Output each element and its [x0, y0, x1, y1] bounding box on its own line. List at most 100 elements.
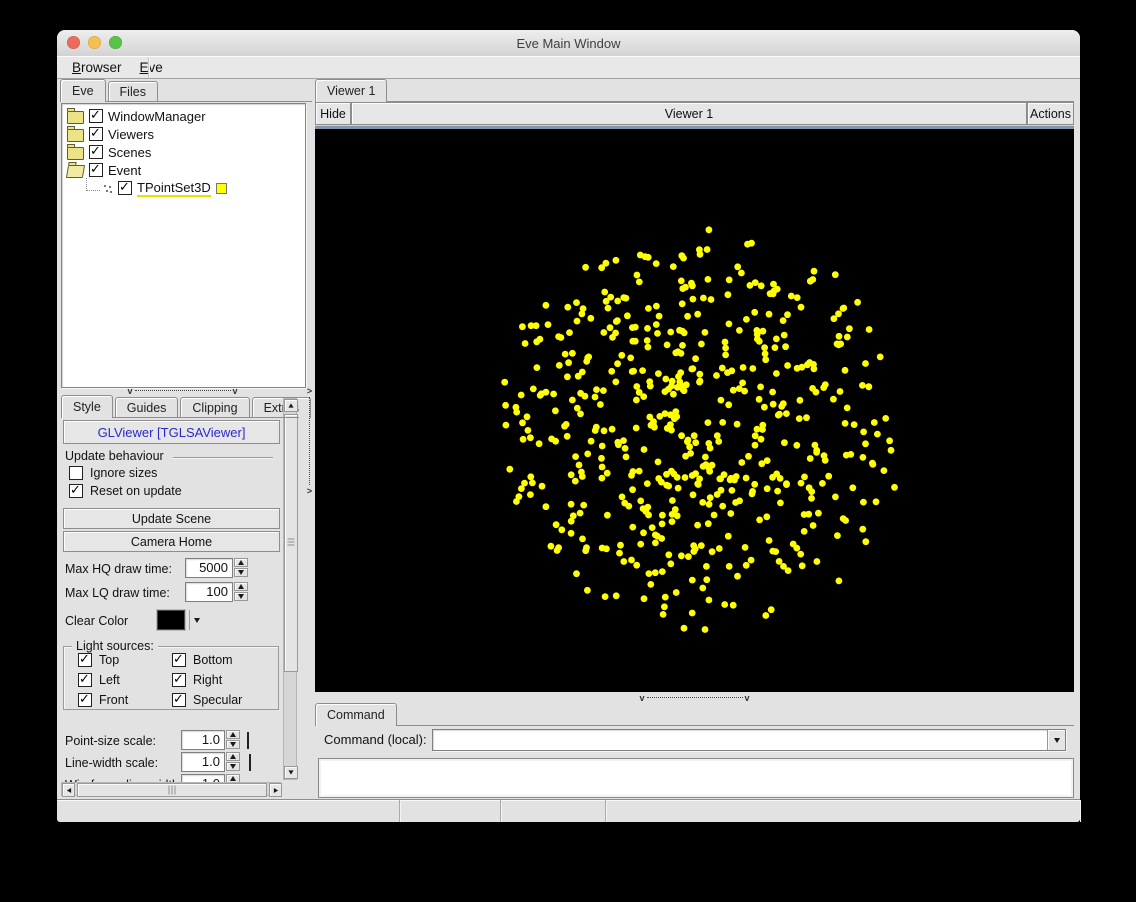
max-hq-label: Max HQ draw time:	[65, 562, 172, 576]
style-editor-panel: GLViewer [TGLSAViewer] Update behaviour …	[61, 418, 299, 782]
title-bar[interactable]: Eve Main Window	[57, 30, 1080, 57]
folder-icon	[67, 129, 84, 142]
viewer-title: Viewer 1	[351, 102, 1027, 125]
command-combobox[interactable]	[432, 729, 1066, 751]
scrollbar-thumb[interactable]	[284, 414, 298, 672]
light-specular-checkbox[interactable]	[172, 693, 186, 707]
spin-up-button[interactable]	[226, 774, 240, 782]
spin-down-button[interactable]	[226, 762, 240, 771]
tree-item-windowmanager[interactable]: WindowManager	[62, 107, 305, 125]
gl-viewport[interactable]	[315, 129, 1074, 692]
wireframe-value[interactable]: 1.0	[181, 774, 225, 782]
clear-color-label: Clear Color	[65, 614, 128, 628]
tab-extras[interactable]: Extras	[252, 397, 311, 418]
folder-icon	[67, 111, 84, 124]
light-top-checkbox[interactable]	[78, 653, 92, 667]
tab-clipping[interactable]: Clipping	[180, 397, 249, 418]
wireframe-spinner: 1.0	[181, 774, 240, 782]
scrollbar-thumb[interactable]	[77, 783, 267, 797]
camera-home-button[interactable]: Camera Home	[63, 531, 280, 552]
tree-item-viewers[interactable]: Viewers	[62, 125, 305, 143]
reset-on-update-row: Reset on update	[69, 484, 182, 498]
light-right-checkbox[interactable]	[172, 673, 186, 687]
tree-connector	[86, 178, 100, 191]
tree-item-scenes[interactable]: Scenes	[62, 143, 305, 161]
actions-button[interactable]: Actions	[1027, 102, 1074, 125]
hide-button[interactable]: Hide	[315, 102, 351, 125]
spin-up-button[interactable]	[234, 558, 248, 567]
status-cell	[606, 800, 1080, 822]
folder-open-icon	[66, 165, 85, 178]
max-hq-spinner: 5000	[185, 558, 248, 578]
pointset-icon	[102, 183, 113, 194]
spin-down-button[interactable]	[226, 740, 240, 749]
ignore-sizes-checkbox[interactable]	[69, 466, 83, 480]
panel-splitter[interactable]: > >	[305, 382, 314, 500]
status-cell	[501, 800, 606, 822]
tab-command[interactable]: Command	[315, 703, 397, 726]
clear-color-swatch[interactable]	[157, 610, 185, 630]
status-cell	[400, 800, 501, 822]
reset-on-update-checkbox[interactable]	[69, 484, 83, 498]
scroll-down-button[interactable]	[284, 766, 298, 779]
combo-dropdown-button[interactable]	[1047, 730, 1065, 750]
window-title: Eve Main Window	[516, 36, 620, 51]
tab-style[interactable]: Style	[61, 395, 113, 418]
browser-tab-row: Eve Files	[60, 80, 312, 102]
viewer-tab-row: Viewer 1	[315, 80, 1074, 102]
spin-up-button[interactable]	[226, 730, 240, 739]
tree-item-tpointset3d[interactable]: TPointSet3D	[62, 179, 305, 197]
command-output[interactable]	[318, 758, 1074, 798]
tab-eve[interactable]: Eve	[60, 79, 106, 102]
spin-up-button[interactable]	[234, 582, 248, 591]
tab-guides[interactable]: Guides	[115, 397, 179, 418]
viewer-command-splitter[interactable]: v v	[315, 693, 1074, 703]
close-window-icon[interactable]	[67, 36, 80, 49]
update-scene-button[interactable]: Update Scene	[63, 508, 280, 529]
light-bottom-checkbox[interactable]	[172, 653, 186, 667]
status-bar	[57, 799, 1080, 822]
clear-color-dropdown[interactable]	[189, 610, 203, 630]
line-width-value[interactable]: 1.0	[181, 752, 225, 772]
ignore-sizes-row: Ignore sizes	[69, 466, 157, 480]
tree-checkbox[interactable]	[89, 127, 103, 141]
line-width-extra-checkbox[interactable]	[249, 754, 251, 771]
maximize-window-icon[interactable]	[109, 36, 122, 49]
editor-vertical-scrollbar[interactable]	[283, 398, 297, 780]
max-hq-value[interactable]: 5000	[185, 558, 233, 578]
tree-checkbox[interactable]	[118, 181, 132, 195]
command-input[interactable]	[433, 730, 1047, 750]
scroll-left-button[interactable]	[62, 783, 75, 797]
glviewer-title-button[interactable]: GLViewer [TGLSAViewer]	[63, 420, 280, 444]
point-size-value[interactable]: 1.0	[181, 730, 225, 750]
tree-checkbox[interactable]	[89, 145, 103, 159]
light-sources-group: Light sources: Top Bottom Left Right Fro…	[63, 646, 279, 710]
scroll-right-button[interactable]	[269, 783, 282, 797]
max-lq-value[interactable]: 100	[185, 582, 233, 602]
eve-main-window: Eve Main Window Browser Eve Eve Files Wi…	[57, 30, 1080, 822]
tab-files[interactable]: Files	[108, 81, 158, 102]
editor-horizontal-scrollbar[interactable]	[61, 782, 281, 796]
spin-down-button[interactable]	[234, 592, 248, 601]
tree-checkbox[interactable]	[89, 163, 103, 177]
light-front-checkbox[interactable]	[78, 693, 92, 707]
spin-down-button[interactable]	[234, 568, 248, 577]
max-lq-label: Max LQ draw time:	[65, 586, 170, 600]
tab-viewer-1[interactable]: Viewer 1	[315, 79, 387, 102]
point-size-extra-checkbox[interactable]	[247, 732, 249, 749]
light-left-checkbox[interactable]	[78, 673, 92, 687]
minimize-window-icon[interactable]	[88, 36, 101, 49]
editor-tab-row: Style Guides Clipping Extras	[61, 396, 299, 418]
line-width-label: Line-width scale:	[65, 756, 158, 770]
item-color-swatch[interactable]	[216, 183, 227, 194]
tree-editor-splitter[interactable]: v v	[61, 386, 304, 395]
spin-up-button[interactable]	[226, 752, 240, 761]
max-lq-spinner: 100	[185, 582, 248, 602]
menu-eve[interactable]: Eve	[131, 58, 172, 77]
tree-item-event[interactable]: Event	[62, 161, 305, 179]
tree-checkbox[interactable]	[89, 109, 103, 123]
menu-browser[interactable]: Browser	[63, 58, 131, 77]
line-width-spinner: 1.0	[181, 752, 240, 772]
scroll-up-button[interactable]	[284, 399, 298, 412]
viewer-header-bar: Hide Viewer 1 Actions	[315, 102, 1074, 125]
